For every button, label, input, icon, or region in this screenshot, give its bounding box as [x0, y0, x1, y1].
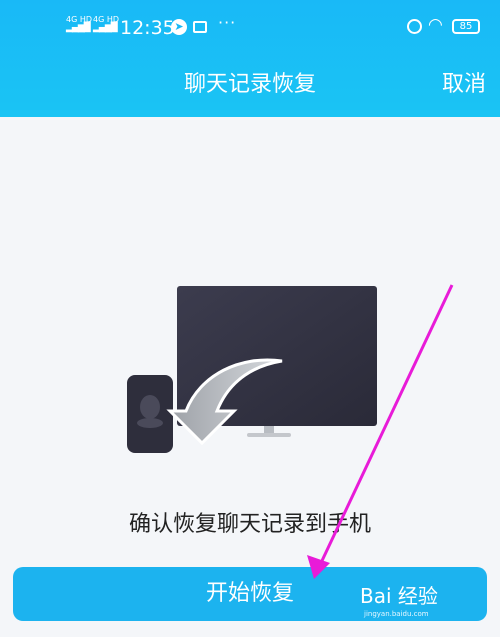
battery-icon: 85	[452, 19, 480, 34]
phone-icon	[127, 375, 173, 453]
more-dots-icon: ···	[218, 13, 237, 32]
page-title: 聊天记录恢复	[183, 72, 316, 97]
watermark-brand: Bai 经验	[360, 584, 438, 608]
status-bar: 4G HD ▂▄▆█ 4G HD ▂▄▆█ 12:35 ➤ ··· ◠ 85	[0, 0, 500, 58]
clock: 12:35	[120, 17, 175, 39]
restore-illustration	[127, 286, 377, 453]
video-icon	[193, 21, 207, 33]
alarm-icon	[407, 19, 422, 34]
signal-icon-2: 4G HD ▂▄▆█	[93, 15, 120, 33]
signal-icon: 4G HD ▂▄▆█	[66, 15, 93, 33]
compass-icon: ➤	[171, 19, 187, 35]
confirm-message: 确认恢复聊天记录到手机	[128, 512, 371, 537]
cancel-button[interactable]: 取消	[442, 66, 486, 98]
wifi-icon: ◠	[428, 15, 443, 35]
baidu-watermark: Bai 经验 jingyan.baidu.com	[360, 580, 490, 620]
watermark-url: jingyan.baidu.com	[364, 610, 429, 618]
header-bar: 4G HD ▂▄▆█ 4G HD ▂▄▆█ 12:35 ➤ ··· ◠ 85 聊…	[0, 0, 500, 117]
